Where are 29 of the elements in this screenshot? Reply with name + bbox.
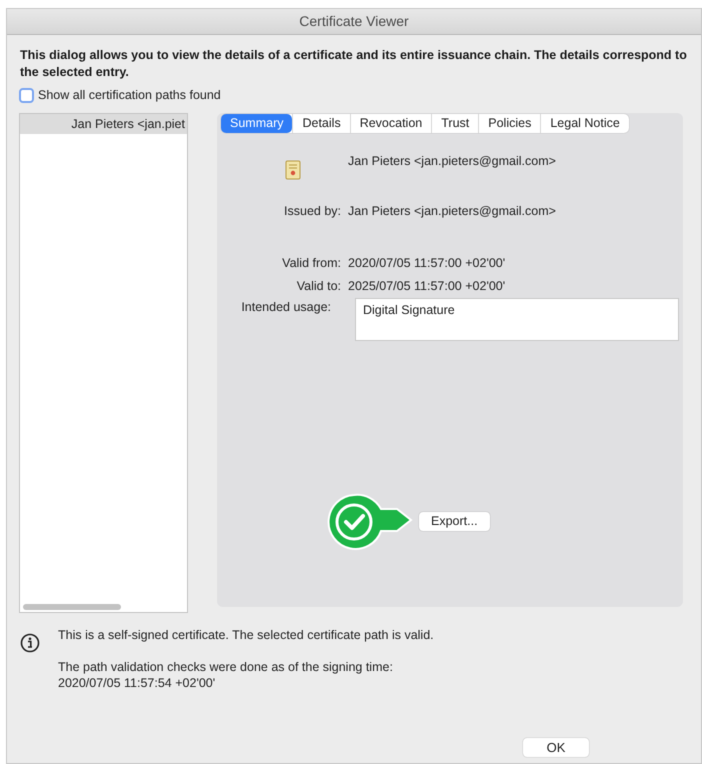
check-badge-icon bbox=[325, 492, 413, 551]
subject-name: Jan Pieters <jan.pieters@gmail.com> bbox=[348, 152, 556, 170]
usage-item: Digital Signature bbox=[363, 302, 456, 319]
field-value: 2025/07/05 11:57:00 +02'00' bbox=[348, 278, 506, 296]
tab[interactable]: Legal Notice bbox=[540, 114, 629, 133]
field-value: Jan Pieters <jan.pieters@gmail.com> bbox=[348, 202, 556, 220]
validation-time: 2020/07/05 11:57:54 +02'00' bbox=[58, 674, 216, 691]
validation-note: The path validation checks were done as of the signing time: bbox=[58, 658, 394, 675]
field-label: Valid from: bbox=[281, 254, 341, 272]
field-label: Intended usage: bbox=[240, 299, 331, 316]
checkbox[interactable] bbox=[19, 88, 34, 103]
tab[interactable]: Revocation bbox=[350, 114, 432, 133]
tab[interactable]: Summary bbox=[221, 114, 292, 133]
intro-text: This dialog allows you to view the details of a certificate and its entire issuance chain. The details correspond to the selected entry. bbox=[20, 47, 688, 81]
field-value: 2020/07/05 11:57:00 +02'00' bbox=[348, 254, 506, 272]
ok-button[interactable]: OK bbox=[523, 738, 589, 757]
status-message: This is a self-signed certificate. The selected certificate path is valid. bbox=[58, 626, 434, 643]
tab[interactable]: Details bbox=[292, 114, 350, 133]
certificate-entry[interactable]: Jan Pieters <jan.piet bbox=[20, 114, 187, 134]
field-label: Valid to: bbox=[296, 278, 341, 296]
checkbox-label: Show all certification paths found bbox=[38, 87, 221, 104]
tab[interactable]: Policies bbox=[478, 114, 540, 133]
tab[interactable]: Trust bbox=[431, 114, 478, 133]
info-icon bbox=[20, 632, 40, 653]
scrollbar[interactable] bbox=[23, 604, 121, 610]
field-label: Issued by: bbox=[283, 202, 341, 220]
window-title: Certificate Viewer bbox=[299, 12, 409, 31]
export-button[interactable]: Export... bbox=[419, 512, 490, 532]
certificate-icon bbox=[284, 160, 300, 180]
